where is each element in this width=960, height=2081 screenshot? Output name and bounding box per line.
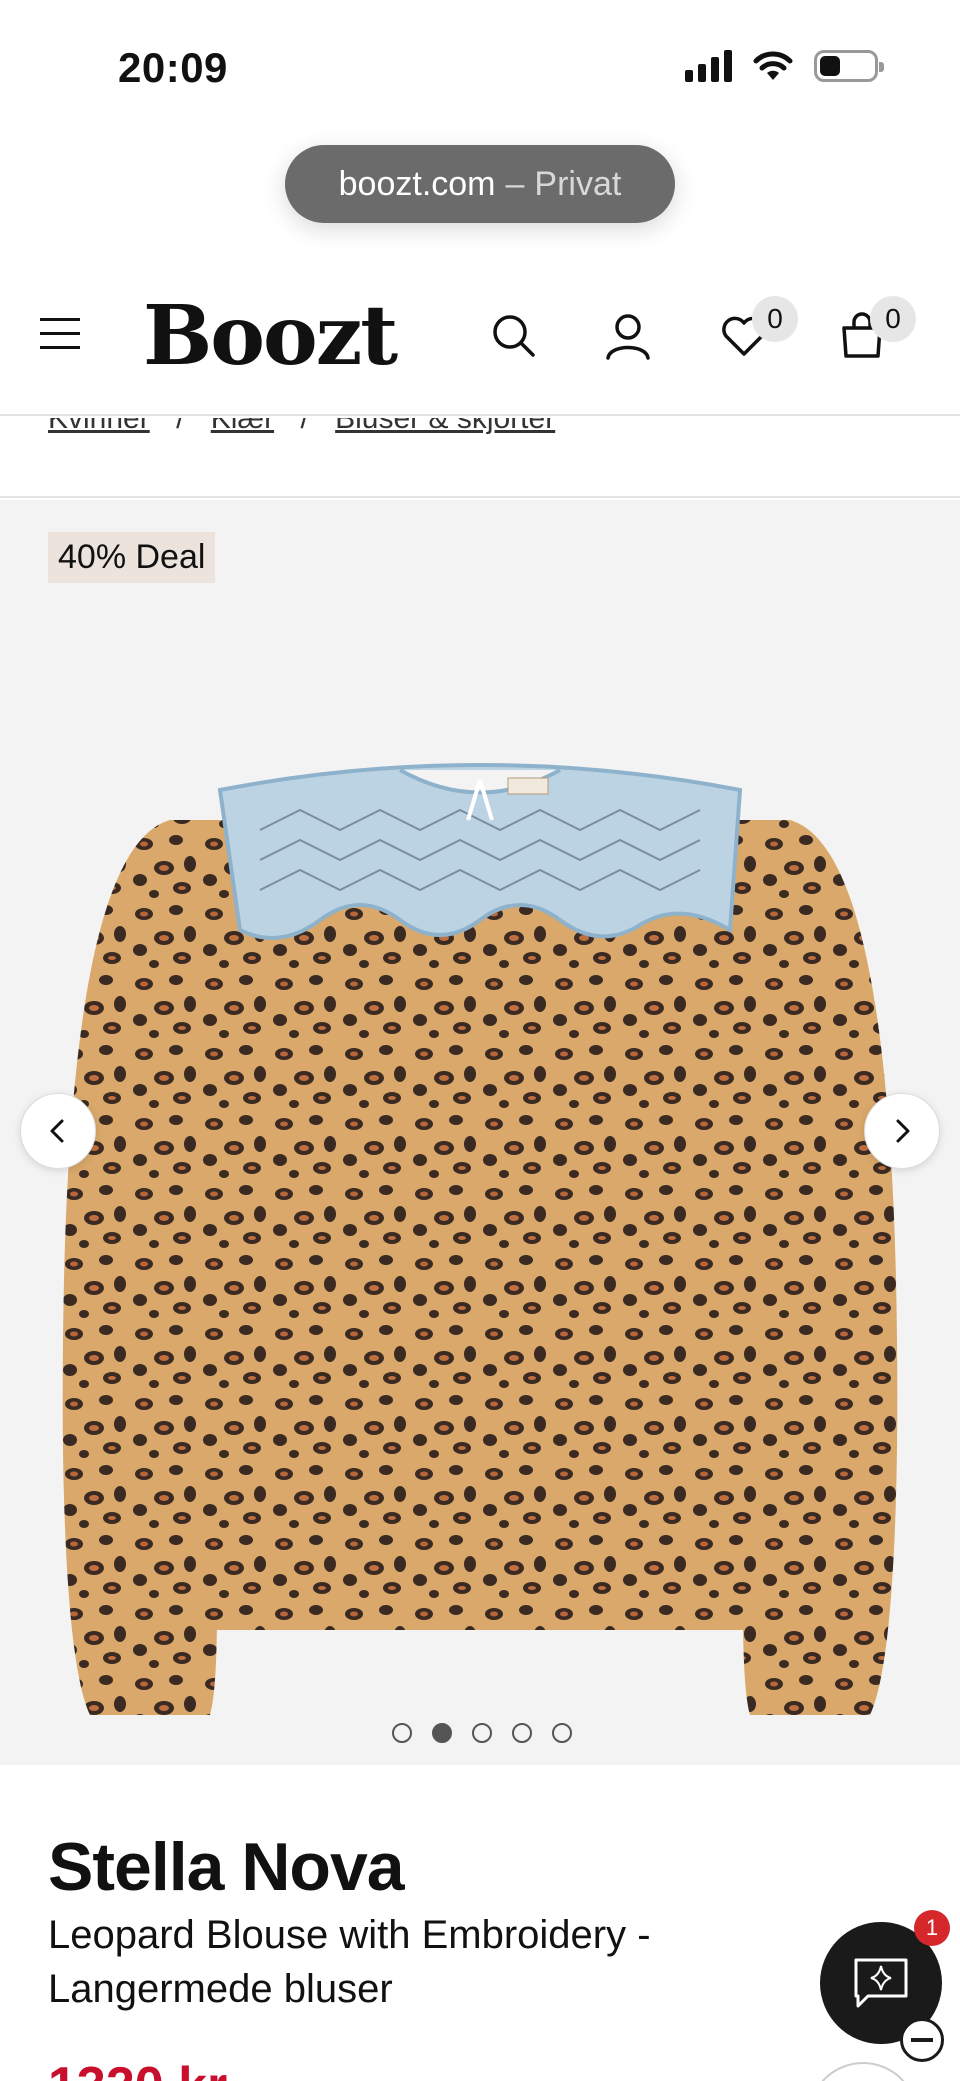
deal-badge: 40% Deal <box>48 532 216 583</box>
breadcrumb-link[interactable]: Bluser & skjorter <box>335 418 555 435</box>
site-header: Boozt 0 0 <box>0 270 960 416</box>
chat-unread-badge: 1 <box>914 1910 950 1946</box>
wifi-icon <box>753 51 793 80</box>
wishlist-button[interactable]: 0 <box>718 296 798 362</box>
status-time: 20:09 <box>118 44 228 91</box>
search-icon <box>493 315 535 357</box>
browsing-mode: Privat <box>534 164 622 203</box>
chevron-left-icon <box>50 1119 64 1143</box>
pagination-dot[interactable] <box>552 1723 572 1743</box>
status-icons <box>685 50 884 82</box>
status-bar: 20:09 <box>0 0 960 130</box>
cart-button[interactable]: 0 <box>836 296 916 362</box>
product-brand[interactable]: Stella Nova <box>48 1828 405 1906</box>
product-name: Leopard Blouse with Embroidery - Langerm… <box>48 1913 651 2011</box>
product-gallery[interactable]: 40% Deal <box>0 500 960 1765</box>
battery-icon <box>814 50 884 82</box>
pagination-dot[interactable] <box>512 1723 532 1743</box>
chat-sparkle-icon <box>854 1958 908 2008</box>
product-price: 1320 kr <box>48 2056 227 2081</box>
url-domain: boozt.com <box>338 164 496 203</box>
address-bar[interactable]: boozt.com – Privat <box>285 145 675 223</box>
cellular-signal-icon <box>685 50 732 82</box>
pagination-dot[interactable] <box>472 1723 492 1743</box>
search-button[interactable] <box>488 310 540 362</box>
cart-count-badge: 0 <box>870 296 916 342</box>
url-separator: – <box>505 164 525 203</box>
previous-image-button[interactable] <box>20 1093 96 1169</box>
next-image-button[interactable] <box>864 1093 940 1169</box>
breadcrumb-bar: Kvinner / Klær / Bluser & skjorter <box>0 418 960 498</box>
product-image[interactable] <box>60 760 900 1720</box>
user-icon <box>606 314 650 360</box>
site-logo[interactable]: Boozt <box>143 288 398 384</box>
image-pagination <box>392 1723 572 1743</box>
breadcrumb-separator: / <box>176 418 185 435</box>
minimize-chat-button[interactable] <box>900 2018 944 2062</box>
pagination-dot-active[interactable] <box>432 1723 452 1743</box>
floating-circle-button[interactable] <box>808 2062 918 2081</box>
breadcrumb: Kvinner / Klær / Bluser & skjorter <box>48 418 555 436</box>
breadcrumb-link[interactable]: Klær <box>211 418 274 435</box>
menu-icon[interactable] <box>40 318 80 350</box>
chevron-right-icon <box>896 1119 910 1143</box>
pagination-dot[interactable] <box>392 1723 412 1743</box>
breadcrumb-separator: / <box>300 418 309 435</box>
breadcrumb-link[interactable]: Kvinner <box>48 418 150 435</box>
wishlist-count-badge: 0 <box>752 296 798 342</box>
minus-icon <box>911 2038 933 2042</box>
account-button[interactable] <box>602 310 654 362</box>
